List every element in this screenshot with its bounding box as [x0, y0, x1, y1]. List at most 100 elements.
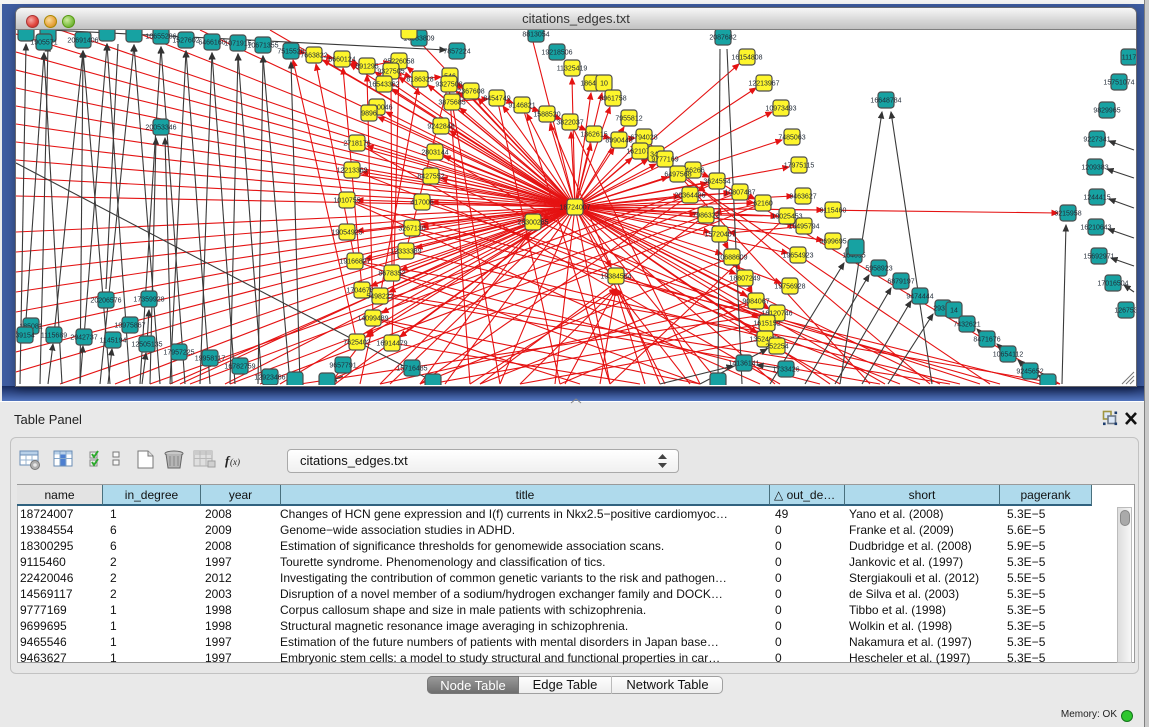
svg-text:9327505: 9327505 [377, 69, 404, 76]
svg-text:1905571: 1905571 [30, 40, 57, 47]
svg-text:6879197: 6879197 [887, 279, 914, 286]
svg-text:8660124: 8660124 [328, 57, 355, 64]
svg-text:9242848: 9242848 [427, 124, 454, 131]
svg-text:20053346: 20053346 [145, 125, 176, 132]
svg-text:7485063: 7485063 [778, 135, 805, 142]
svg-text:19958117: 19958117 [195, 356, 226, 363]
svg-text:19054925: 19054925 [331, 230, 362, 237]
svg-text:11325419: 11325419 [557, 66, 588, 73]
svg-text:12213967: 12213967 [748, 81, 779, 88]
svg-text:9115460: 9115460 [820, 208, 847, 215]
svg-text:12333389: 12333389 [390, 249, 421, 256]
svg-text:2087682: 2087682 [709, 35, 736, 42]
svg-text:2367608: 2367608 [457, 89, 484, 96]
svg-text:7857224: 7857224 [443, 49, 470, 56]
svg-text:9829965: 9829965 [1093, 108, 1120, 115]
svg-text:9699695: 9699695 [819, 239, 846, 246]
svg-text:2718176: 2718176 [343, 141, 370, 148]
svg-text:1010755: 1010755 [333, 198, 360, 205]
svg-text:2942737: 2942737 [70, 335, 97, 342]
svg-text:10671355: 10671355 [247, 43, 278, 50]
svg-text:18724007: 18724007 [559, 205, 590, 212]
svg-text:8678352: 8678352 [378, 271, 405, 278]
svg-text:17359928: 17359928 [133, 297, 164, 304]
svg-text:8471676: 8471676 [973, 337, 1000, 344]
svg-text:2803144: 2803144 [421, 150, 448, 157]
svg-text:(x): (x) [230, 457, 240, 467]
svg-text:1733426: 1733426 [772, 367, 799, 374]
svg-text:9146821: 9146821 [508, 103, 535, 110]
svg-text:8427552: 8427552 [417, 174, 444, 181]
svg-text:9084067: 9084067 [742, 299, 769, 306]
svg-text:62160: 62160 [753, 201, 773, 208]
svg-text:16154808: 16154808 [731, 55, 762, 62]
svg-text:17957225: 17957225 [163, 350, 194, 357]
svg-text:9896: 9896 [361, 111, 377, 118]
svg-text:6497568: 6497568 [664, 172, 691, 179]
svg-text:9657791: 9657791 [329, 363, 356, 370]
svg-text:1362615: 1362615 [580, 132, 607, 139]
svg-text:14: 14 [950, 308, 958, 315]
svg-text:7432621: 7432621 [953, 322, 980, 329]
svg-text:16648784: 16648784 [870, 98, 901, 105]
svg-text:3215958: 3215958 [1054, 211, 1081, 218]
svg-text:8186328: 8186328 [406, 77, 433, 84]
svg-text:14136141: 14136141 [728, 361, 759, 368]
svg-text:1145194: 1145194 [100, 338, 127, 345]
svg-text:9245652: 9245652 [1016, 369, 1043, 376]
svg-text:16210643: 16210643 [1080, 225, 1111, 232]
svg-text:10654112: 10654112 [993, 352, 1024, 359]
svg-text:8990448: 8990448 [605, 138, 632, 145]
svg-text:9227341: 9227341 [1083, 137, 1110, 144]
svg-text:1117: 1117 [1122, 55, 1136, 62]
svg-text:5958923: 5958923 [865, 266, 892, 273]
svg-text:10973493: 10973493 [765, 106, 796, 113]
svg-text:39154: 39154 [16, 333, 35, 340]
svg-text:19654923: 19654923 [782, 253, 813, 260]
svg-text:19384554: 19384554 [600, 274, 631, 281]
svg-text:9777169: 9777169 [651, 157, 678, 164]
svg-text:16782759: 16782759 [224, 364, 255, 371]
svg-text:19166827: 19166827 [339, 259, 370, 266]
svg-text:3267130: 3267130 [398, 226, 425, 233]
svg-text:10807487: 10807487 [724, 190, 755, 197]
svg-text:19218506: 19218506 [541, 50, 572, 57]
svg-text:9463627: 9463627 [789, 194, 816, 201]
svg-text:6466160: 6466160 [198, 40, 225, 47]
svg-text:7625402: 7625402 [343, 340, 370, 347]
svg-text:12505135: 12505135 [131, 342, 162, 349]
svg-text:20691406: 20691406 [67, 38, 98, 45]
svg-text:10688609: 10688609 [716, 255, 747, 262]
svg-text:15751074: 15751074 [1103, 80, 1134, 87]
svg-text:19975867: 19975867 [114, 323, 145, 330]
svg-text:20206576: 20206576 [90, 298, 121, 305]
svg-text:18807249: 18807249 [729, 276, 760, 283]
svg-text:6794028: 6794028 [630, 135, 657, 142]
svg-text:3875685: 3875685 [438, 100, 465, 107]
svg-text:9474444: 9474444 [906, 294, 933, 301]
svg-text:126753: 126753 [1114, 308, 1136, 315]
svg-text:17016504: 17016504 [1097, 281, 1128, 288]
svg-text:1115689: 1115689 [41, 333, 67, 340]
svg-text:417006: 417006 [410, 200, 433, 207]
svg-text:15716485: 15716485 [396, 366, 427, 373]
svg-text:252254: 252254 [765, 344, 788, 351]
svg-text:7986322: 7986322 [692, 213, 719, 220]
svg-text:7955812: 7955812 [615, 116, 642, 123]
svg-text:6961758: 6961758 [599, 96, 626, 103]
svg-text:8813054: 8813054 [522, 32, 549, 39]
svg-text:891295: 891295 [355, 64, 378, 71]
svg-text:1588520: 1588520 [533, 112, 560, 119]
svg-text:15720407: 15720407 [704, 232, 735, 239]
svg-text:1244415: 1244415 [1083, 195, 1110, 202]
svg-text:14099489: 14099489 [357, 316, 388, 323]
svg-text:12923466: 12923466 [254, 375, 285, 382]
svg-text:17975115: 17975115 [784, 163, 815, 170]
svg-text:9327508: 9327508 [435, 82, 462, 89]
svg-text:16495794: 16495794 [788, 224, 819, 231]
svg-text:5498222: 5498222 [366, 294, 393, 301]
svg-text:1527602: 1527602 [172, 38, 199, 45]
svg-text:1615152: 1615152 [753, 321, 780, 328]
svg-text:15692971: 15692971 [1083, 254, 1114, 261]
svg-text:20364436: 20364436 [674, 193, 705, 200]
